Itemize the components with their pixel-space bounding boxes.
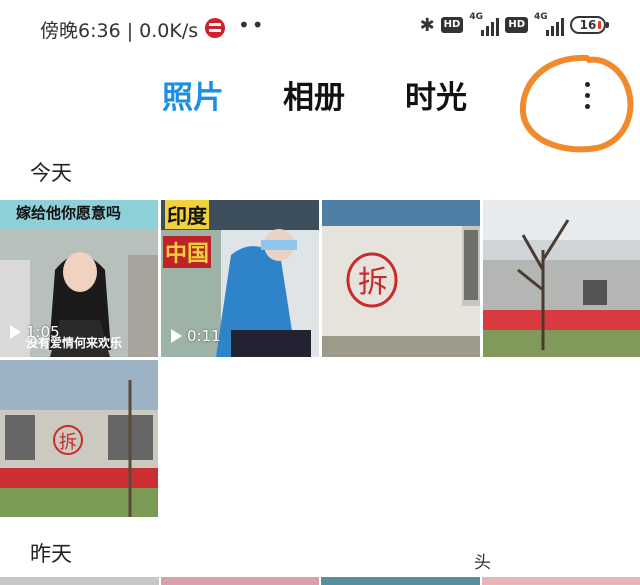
play-icon xyxy=(10,325,21,339)
photo-thumbnail[interactable]: 拆 xyxy=(0,360,158,517)
china-mobile-icon xyxy=(205,18,225,38)
video-caption-top: 嫁给他你愿意吗 xyxy=(16,204,122,222)
tab-moments[interactable]: 时光 xyxy=(405,72,467,117)
video-caption-top: 印度 xyxy=(165,200,209,229)
video-thumbnail[interactable]: 嫁给他你愿意吗 没有爱情何来欢乐 1:05 xyxy=(0,200,158,357)
more-menu-button[interactable] xyxy=(573,76,603,116)
photo-thumbnail[interactable] xyxy=(483,200,640,357)
gallery-tabs: 照片 相册 时光 xyxy=(0,72,640,122)
tab-albums[interactable]: 相册 xyxy=(283,72,345,117)
status-icons: ✱ HD 4G HD 4G 16 xyxy=(419,12,609,36)
svg-text:拆: 拆 xyxy=(59,432,77,453)
video-duration: 0:11 xyxy=(171,327,221,345)
time-and-speed: 傍晚6:36 | 0.0K/s xyxy=(40,20,199,42)
battery-icon: 16 xyxy=(570,16,609,34)
battery-level: 16 xyxy=(579,18,597,32)
video-caption-mid: 中国 xyxy=(163,236,212,268)
video-duration: 1:05 xyxy=(10,323,60,341)
section-title-today: 今天 xyxy=(30,161,72,185)
hd-badge: HD xyxy=(440,17,464,33)
next-row-thumbnails xyxy=(0,577,640,585)
tab-photos[interactable]: 照片 xyxy=(162,72,224,117)
photo-thumbnail[interactable]: 拆 xyxy=(322,200,480,357)
more-notifications-icon: •• xyxy=(238,13,266,37)
signal-icon: 4G xyxy=(534,12,564,36)
signal-icon: 4G xyxy=(469,12,500,36)
status-bar: 傍晚6:36 | 0.0K/s •• ✱ HD 4G HD 4G 16 xyxy=(0,0,640,56)
video-thumbnail[interactable]: 印度 中国 0:11 xyxy=(161,200,319,357)
hd-badge: HD xyxy=(505,17,528,33)
section-title-yesterday: 昨天 xyxy=(30,542,72,566)
play-icon xyxy=(171,329,182,343)
watermark-text: 头 xyxy=(474,553,491,573)
svg-text:拆: 拆 xyxy=(358,265,388,300)
bluetooth-icon: ✱ xyxy=(419,14,435,36)
